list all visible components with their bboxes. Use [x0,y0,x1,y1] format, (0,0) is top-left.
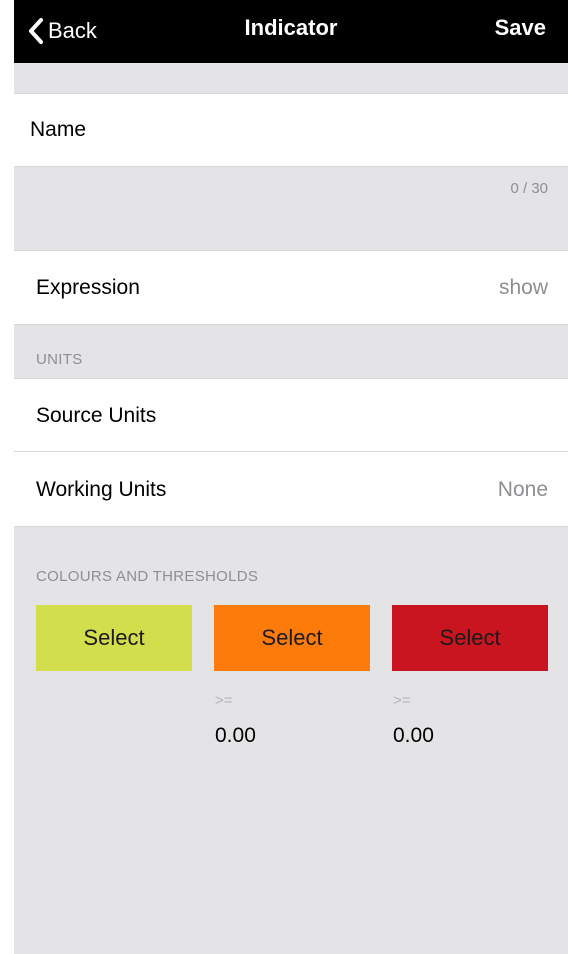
colour-select-button[interactable]: Select [392,605,548,671]
navigation-bar: Back Indicator Save [14,0,568,63]
expression-label: Expression [36,276,140,299]
name-field-label: Name [30,118,87,141]
source-units-row[interactable]: Source Units [14,378,568,452]
back-label: Back [48,18,97,43]
source-units-label: Source Units [36,404,157,427]
units-section-header: UNITS [36,351,83,368]
screen: Back Indicator Save Name 0 / 30 Expressi… [14,0,568,954]
threshold-value[interactable]: 0.00 [393,724,434,748]
colours-section-header: COLOURS AND THRESHOLDS [36,568,259,585]
colour-select-button[interactable]: Select [214,605,370,671]
chevron-left-icon [28,17,44,45]
page-title: Indicator [244,15,338,40]
back-button[interactable]: Back [28,14,97,48]
save-button[interactable]: Save [495,15,546,41]
working-units-label: Working Units [36,478,167,501]
working-units-row[interactable]: Working Units None [14,451,568,527]
threshold-operator: >= [215,692,233,709]
colour-select-button[interactable]: Select [36,605,192,671]
name-row[interactable]: Name [14,93,568,167]
name-character-counter: 0 / 30 [510,180,548,197]
expression-row[interactable]: Expression show [14,250,568,325]
expression-value: show [498,276,548,299]
threshold-value[interactable]: 0.00 [215,724,256,748]
threshold-operator: >= [393,692,411,709]
working-units-value: None [497,478,548,501]
